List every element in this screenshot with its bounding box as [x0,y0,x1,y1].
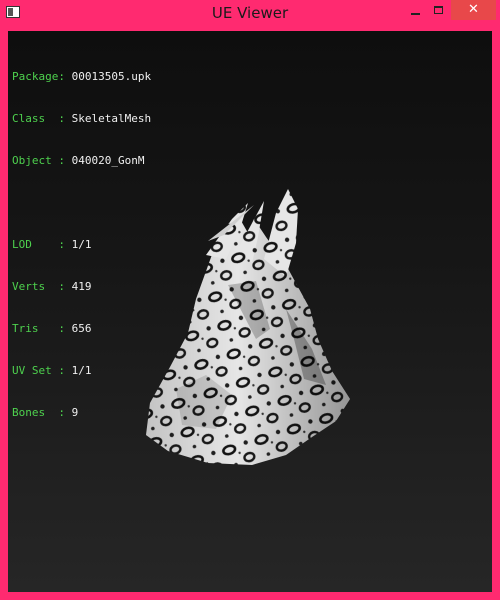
skeletal-mesh-model[interactable] [136,189,356,469]
info-value-verts: 419 [71,280,92,293]
info-row-object: Object : 040020_GonM [12,154,151,168]
app-window: UE Viewer ✕ Package: 00013505.upk Class … [0,0,500,600]
info-label: LOD : [12,238,72,251]
info-label: Object : [12,154,72,167]
info-value-package: 00013505.upk [71,70,152,83]
minimize-icon [411,13,420,15]
info-row-tris: Tris : 656 [12,322,151,336]
info-value-class: SkeletalMesh [71,112,152,125]
close-icon: ✕ [468,2,479,17]
info-value-lod: 1/1 [71,238,92,251]
mesh-info-overlay: Package: 00013505.upk Class : SkeletalMe… [12,42,151,448]
info-row-verts: Verts : 419 [12,280,151,294]
info-row-package: Package: 00013505.upk [12,70,151,84]
info-value-object: 040020_GonM [71,154,145,167]
info-value-uvset: 1/1 [71,364,92,377]
info-label: Package: [12,70,72,83]
title-bar[interactable]: UE Viewer ✕ [0,0,500,27]
info-row-bones: Bones : 9 [12,406,151,420]
info-row-lod: LOD : 1/1 [12,238,151,252]
maximize-icon [434,6,443,14]
info-row-class: Class : SkeletalMesh [12,112,151,126]
info-value-bones: 9 [71,406,79,419]
info-row-uvset: UV Set : 1/1 [12,364,151,378]
mesh-viewport[interactable]: Package: 00013505.upk Class : SkeletalMe… [8,31,492,592]
close-button[interactable]: ✕ [451,0,496,20]
info-label: Verts : [12,280,72,293]
maximize-button[interactable] [428,0,450,20]
info-value-tris: 656 [71,322,92,335]
info-label: Class : [12,112,72,125]
info-label: Bones : [12,406,72,419]
info-label: UV Set : [12,364,72,377]
minimize-button[interactable] [403,0,427,20]
info-label: Tris : [12,322,72,335]
